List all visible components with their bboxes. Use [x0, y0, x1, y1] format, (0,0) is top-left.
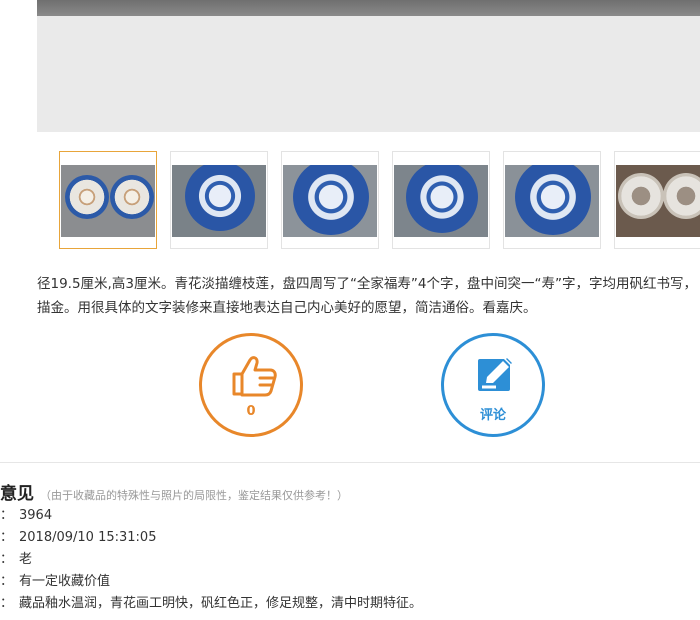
item-description: 径19.5厘米,高3厘米。青花淡描缠枝莲，盘四周写了“全家福寿”4个字，盘中间突… — [37, 272, 700, 320]
thumbnail-strip — [59, 151, 700, 251]
section-divider — [0, 462, 700, 463]
detail-colon: ： — [0, 508, 14, 523]
detail-colon: ： — [0, 596, 14, 611]
description-line-1: 径19.5厘米,高3厘米。青花淡描缠枝莲，盘四周写了“全家福寿”4个字，盘中间突… — [37, 276, 698, 292]
detail-row: ：老 — [0, 549, 422, 571]
thumbnail-2[interactable] — [170, 151, 268, 249]
opinion-details: ： 3964 ： 2018/09/10 15:31:05 ：老 ：有一定收藏价值 ：… — [0, 505, 422, 615]
detail-colon: ： — [0, 574, 14, 589]
detail-value: 3964 — [19, 508, 53, 523]
main-image-viewer — [37, 0, 700, 132]
description-line-2: 描金。用很具体的文字装修来直接地表达自己内心美好的愿望，简洁通俗。看嘉庆。 — [37, 300, 537, 316]
thumbnail-5[interactable] — [503, 151, 601, 249]
detail-row: ： 有一定收藏价值 — [0, 571, 422, 593]
detail-value: 老 — [19, 552, 33, 567]
detail-row: ： 2018/09/10 15:31:05 — [0, 527, 422, 549]
like-button[interactable]: 0 — [199, 333, 303, 437]
thumbnail-6[interactable] — [614, 151, 700, 249]
opinion-heading: 意见 （由于收藏品的特殊性与照片的局限性，鉴定结果仅供参考！） — [0, 479, 348, 504]
comment-label: 评论 — [479, 408, 506, 423]
thumbnail-3[interactable] — [281, 151, 379, 249]
thumbs-up-icon — [232, 356, 277, 397]
detail-row: ： 藏品釉水温润，青花画工明快，矾红色正，修足规整，清中时期特征。 — [0, 593, 422, 615]
opinion-disclaimer: （由于收藏品的特殊性与照片的局限性，鉴定结果仅供参考！） — [40, 489, 348, 502]
detail-colon: ： — [0, 530, 14, 545]
thumbnail-1[interactable] — [59, 151, 157, 249]
detail-value: 藏品釉水温润，青花画工明快，矾红色正，修足规整，清中时期特征。 — [19, 596, 423, 611]
opinion-title: 意见 — [0, 484, 34, 504]
detail-colon: ： — [0, 552, 14, 567]
like-count: 0 — [246, 404, 256, 419]
detail-row: ： 3964 — [0, 505, 422, 527]
thumbnail-4[interactable] — [392, 151, 490, 249]
main-image-bottom-edge — [37, 0, 700, 16]
comment-button[interactable]: 评论 — [441, 333, 545, 437]
detail-value: 2018/09/10 15:31:05 — [19, 530, 157, 545]
edit-icon — [478, 355, 515, 391]
detail-value: 有一定收藏价值 — [19, 574, 111, 589]
